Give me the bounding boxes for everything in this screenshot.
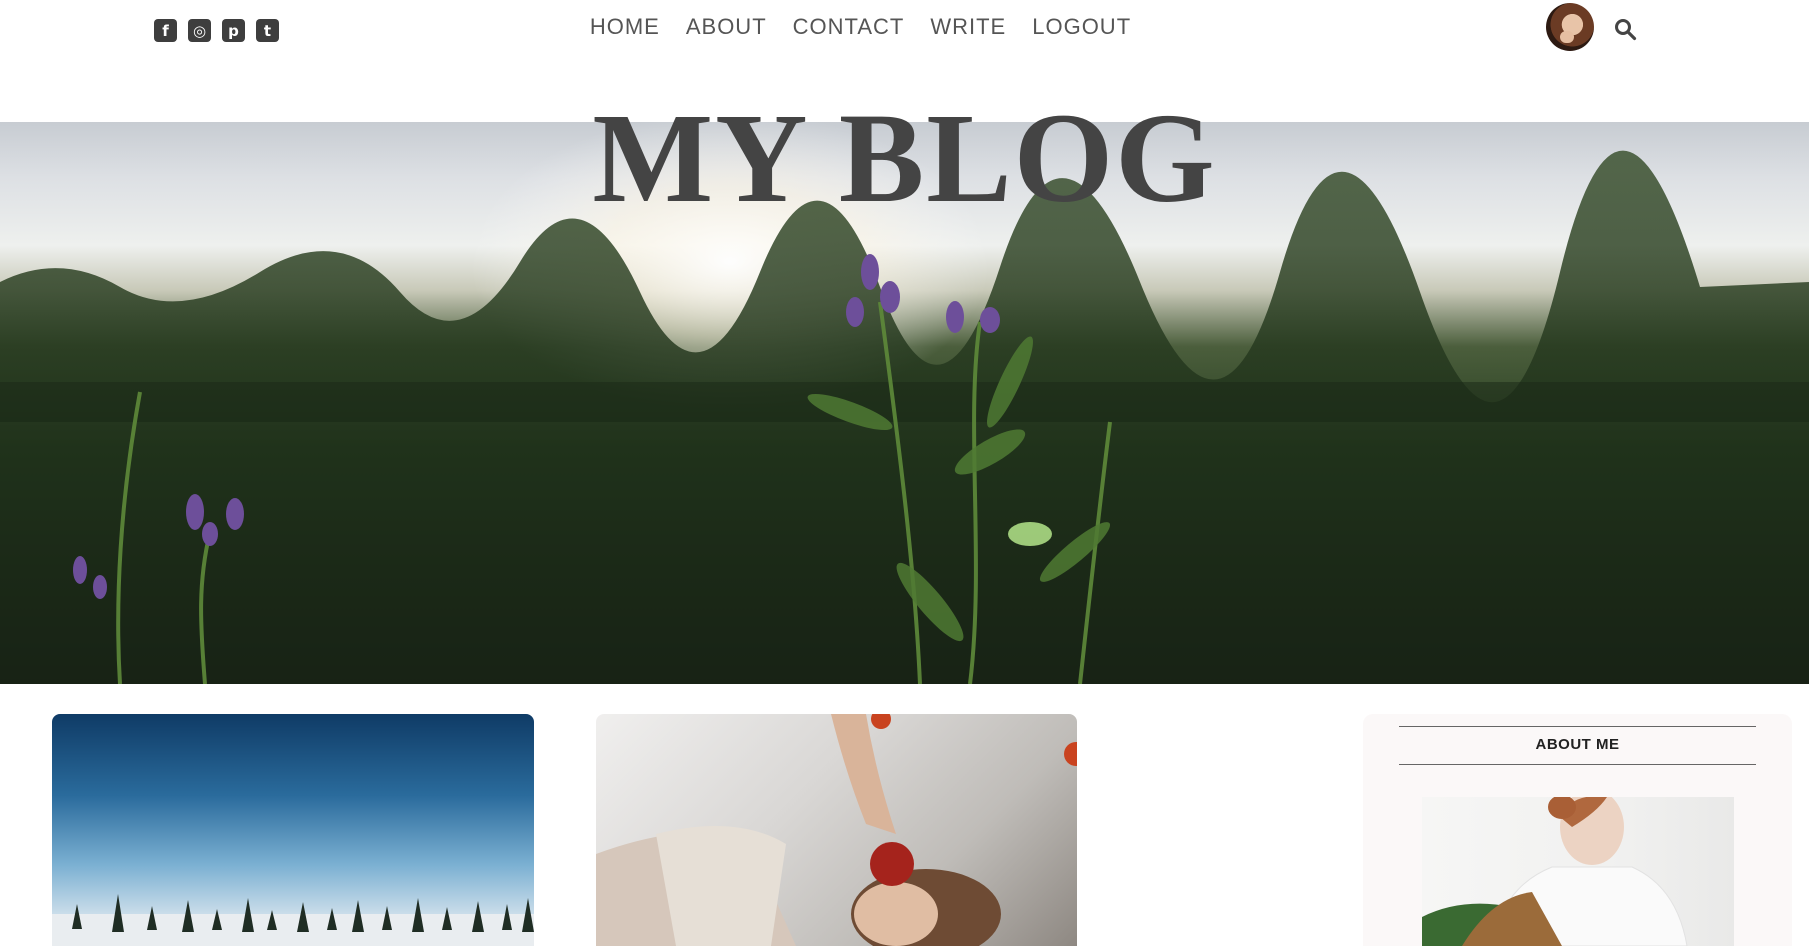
post-card[interactable] [596,714,1077,946]
post-image-winter [52,894,534,946]
nav-write[interactable]: WRITE [930,14,1006,40]
sidebar: ABOUT ME [1363,714,1792,946]
post-card[interactable] [52,714,534,946]
sidebar-divider-top [1399,726,1756,727]
main-nav: HOME ABOUT CONTACT WRITE LOGOUT [0,14,1809,40]
nav-about[interactable]: ABOUT [686,14,767,40]
post-image-portrait [596,714,1077,946]
nav-contact[interactable]: CONTACT [793,14,905,40]
avatar[interactable] [1546,3,1594,51]
sidebar-divider-bottom [1399,764,1756,765]
sidebar-heading: ABOUT ME [1535,736,1620,753]
nav-home[interactable]: HOME [590,14,660,40]
about-me-image [1422,797,1734,946]
search-icon[interactable] [1613,17,1637,41]
about-me-portrait [1422,797,1688,946]
top-bar: f ◎ p t HOME ABOUT CONTACT WRITE LOGOUT [0,0,1809,60]
nav-logout[interactable]: LOGOUT [1032,14,1131,40]
blog-title: MY BLOG [592,87,1217,229]
